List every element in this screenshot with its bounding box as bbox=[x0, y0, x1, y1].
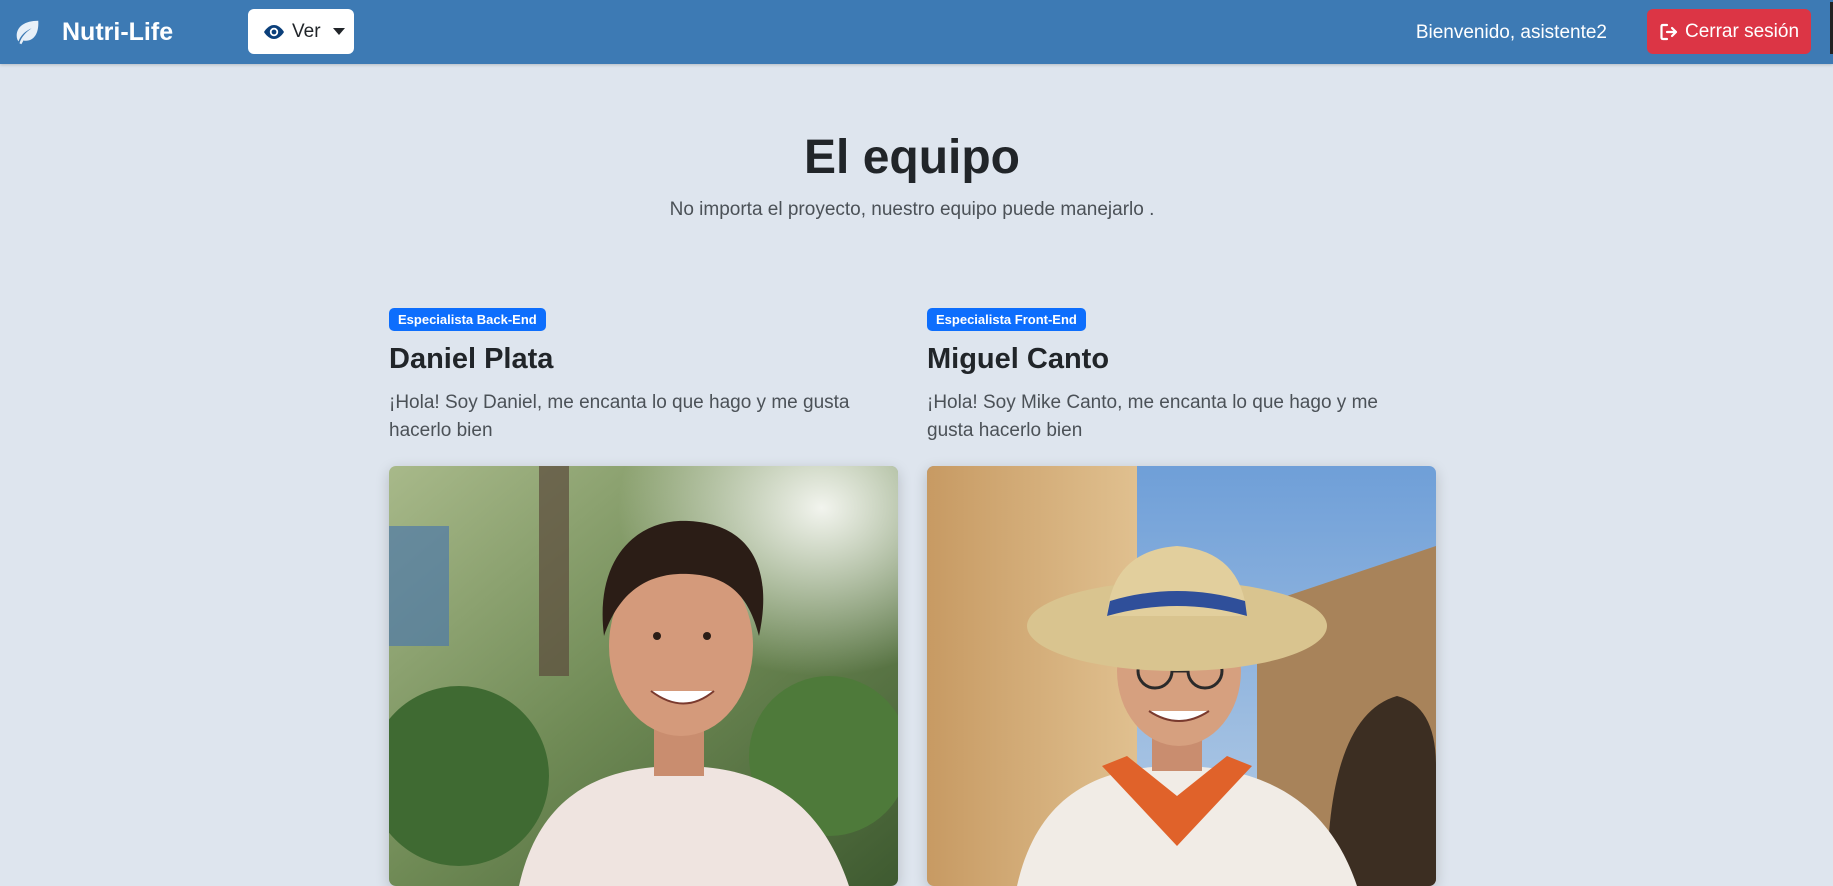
team-member-card: Especialista Front-End Miguel Canto ¡Hol… bbox=[927, 308, 1437, 445]
role-badge: Especialista Front-End bbox=[927, 308, 1086, 331]
member-name: Miguel Canto bbox=[927, 343, 1110, 375]
ver-label: Ver bbox=[292, 20, 321, 42]
role-badge: Especialista Back-End bbox=[389, 308, 546, 331]
leaf-icon[interactable] bbox=[12, 17, 42, 47]
member-photo bbox=[389, 466, 898, 886]
top-navbar: Nutri-Life Ver Bienvenido, asistente2 Ce… bbox=[0, 0, 1833, 64]
member-bio: ¡Hola! Soy Daniel, me encanta lo que hag… bbox=[389, 392, 850, 441]
welcome-text: Bienvenido, asistente2 bbox=[1415, 22, 1607, 43]
member-bio: ¡Hola! Soy Mike Canto, me encanta lo que… bbox=[927, 392, 1378, 441]
logout-label: Cerrar sesión bbox=[1684, 20, 1800, 42]
member-photo bbox=[927, 466, 1436, 886]
team-member-card: Especialista Back-End Daniel Plata ¡Hola… bbox=[389, 308, 899, 445]
sign-out-icon bbox=[1660, 23, 1678, 40]
eye-icon bbox=[264, 24, 284, 39]
caret-down-icon bbox=[332, 28, 345, 35]
page-subtitle: No importa el proyecto, nuestro equipo p… bbox=[669, 199, 1155, 220]
page-title: El equipo bbox=[804, 131, 1020, 184]
brand-name[interactable]: Nutri-Life bbox=[62, 17, 173, 47]
member-name: Daniel Plata bbox=[389, 343, 554, 375]
logout-button[interactable]: Cerrar sesión bbox=[1647, 9, 1811, 54]
ver-dropdown-button[interactable]: Ver bbox=[248, 9, 354, 54]
